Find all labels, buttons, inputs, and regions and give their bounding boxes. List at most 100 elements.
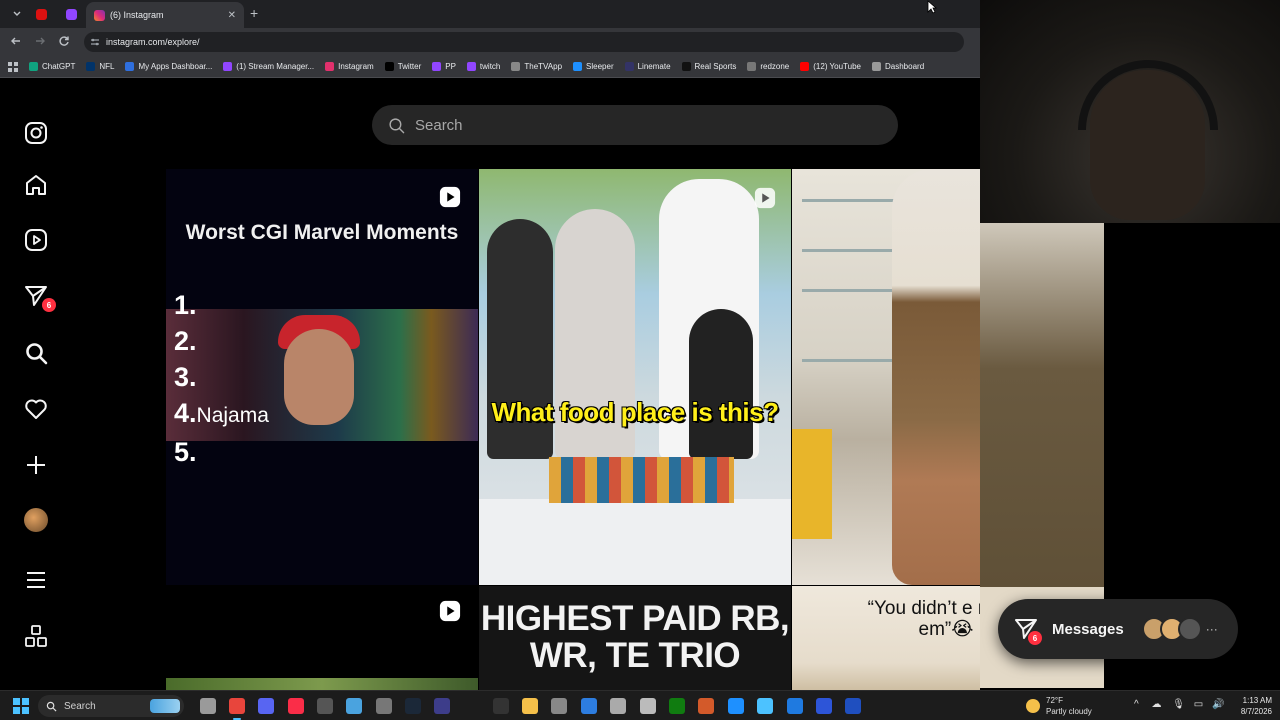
bookmark-label: TheTVApp [524,62,563,71]
epic-games-icon[interactable] [493,698,509,714]
settings-icon[interactable] [551,698,567,714]
bookmark-item[interactable]: redzone [747,62,789,71]
bookmark-item[interactable]: TheTVApp [511,62,562,71]
steam-icon[interactable] [405,698,421,714]
thumbnail-detail [284,329,354,425]
start-button[interactable] [13,698,29,714]
app-icon[interactable] [434,698,450,714]
tab-instagram[interactable]: (6) Instagram ✕ [86,2,244,28]
tab-pinned-1[interactable] [28,4,54,24]
app-icon[interactable] [581,698,597,714]
taskbar-search-label: Search [64,700,96,712]
search-input[interactable] [415,116,855,134]
photos-icon[interactable] [346,698,362,714]
bookmark-item[interactable]: (12) YouTube [800,62,861,71]
bookmark-item[interactable]: NFL [86,62,114,71]
more-icon[interactable]: ··· [1206,622,1218,636]
bookmark-item[interactable]: Instagram [325,62,374,71]
sidebar-search[interactable] [22,339,50,367]
new-tab-button[interactable]: + [250,5,258,21]
bookmark-item[interactable]: PP [432,62,456,71]
search-icon [389,117,405,133]
reload-button[interactable] [52,35,76,50]
chrome-icon[interactable] [229,698,245,714]
4k-icon[interactable] [376,698,392,714]
address-bar[interactable]: instagram.com/explore/ [84,32,964,52]
apps-icon [25,625,47,647]
weather-widget[interactable]: 72°F Partly cloudy [1026,695,1092,717]
obs-icon[interactable] [317,698,333,714]
sidebar-also-from-meta[interactable] [22,622,50,650]
list-item: 3. [174,362,197,392]
discord-icon[interactable] [258,698,274,714]
bookmark-item[interactable]: Sleeper [573,62,614,71]
instagram-sidebar: 6 [0,78,72,690]
tab-search-button[interactable] [4,4,30,24]
music-icon[interactable] [288,698,304,714]
webcam-overlay [980,0,1280,223]
explore-search-bar[interactable] [372,105,898,145]
explore-post-marvel-cgi[interactable]: Worst CGI Marvel Moments 1. 2. 3. 4.Naja… [166,169,478,585]
microphone-icon[interactable]: 🎙 [1172,699,1185,710]
bookmark-label: Twitter [397,62,422,71]
thumbnail-detail [549,457,734,503]
app-icon[interactable] [757,698,773,714]
sidebar-notifications[interactable] [22,395,50,423]
back-button[interactable] [4,35,28,50]
task-view-icon[interactable] [200,698,216,714]
explore-post-highest-paid[interactable]: HIGHEST PAID RB, WR, TE TRIO [479,586,791,696]
explore-post-dark-reel[interactable] [166,586,478,696]
search-icon [26,343,48,365]
bookmark-item[interactable]: (1) Stream Manager... [223,62,314,71]
bookmark-favicon-icon [125,62,135,71]
taskbar-clock[interactable]: 1:13 AM 8/7/2026 [1232,695,1272,717]
ranking-list: 1. 2. 3. 4.Najama 5. [174,287,269,470]
close-tab-icon[interactable]: ✕ [228,10,236,21]
app-icon[interactable] [816,698,832,714]
bookmark-item[interactable]: ChatGPT [29,62,75,71]
app-icon[interactable] [787,698,803,714]
sidebar-profile[interactable] [22,506,50,534]
explore-post-food-place[interactable]: What food place is this? [479,169,791,585]
network-icon[interactable]: ▭ [1194,699,1203,710]
app-icon[interactable] [698,698,714,714]
apps-grid-icon [8,61,18,72]
bookmark-label: Sleeper [586,62,614,71]
bookmark-favicon-icon [86,62,96,71]
bookmark-label: PP [445,62,456,71]
bookmark-item[interactable]: twitch [466,62,500,71]
file-explorer-icon[interactable] [522,698,538,714]
sidebar-reels[interactable] [22,226,50,254]
messages-label: Messages [1052,620,1124,638]
tab-pinned-twitch[interactable] [58,4,84,24]
show-hidden-icons-button[interactable]: ^ [1134,699,1139,710]
thumbnail-detail [980,223,1104,587]
bookmark-item[interactable]: Dashboard [872,62,924,71]
sidebar-messages[interactable]: 6 [22,282,56,312]
edge-icon[interactable] [728,698,744,714]
app-icon[interactable] [640,698,656,714]
bookmark-item[interactable]: Linemate [624,62,671,71]
arrow-left-icon [11,37,20,44]
instagram-logo-button[interactable] [22,119,50,147]
messages-pill[interactable]: 6 Messages ··· [998,599,1238,659]
bookmark-item[interactable]: Twitter [384,62,422,71]
site-info-icon[interactable] [90,37,100,47]
search-highlight-icon [150,699,180,713]
list-item: 2. [174,326,197,356]
bookmark-item[interactable]: My Apps Dashboar... [125,62,212,71]
apps-grid-button[interactable] [8,61,18,72]
sidebar-create[interactable] [22,451,50,479]
app-icon[interactable] [845,698,861,714]
app-icon[interactable] [610,698,626,714]
xbox-icon[interactable] [669,698,685,714]
onedrive-icon[interactable]: ☁ [1151,699,1161,710]
search-icon [46,701,57,712]
bookmark-item[interactable]: Real Sports [681,62,736,71]
volume-icon[interactable]: 🔊 [1212,699,1224,710]
sidebar-home[interactable] [22,171,50,199]
sidebar-more[interactable] [22,566,50,594]
taskbar-search[interactable]: Search [38,695,184,717]
instagram-favicon-icon [94,9,105,21]
forward-button[interactable] [28,35,52,50]
